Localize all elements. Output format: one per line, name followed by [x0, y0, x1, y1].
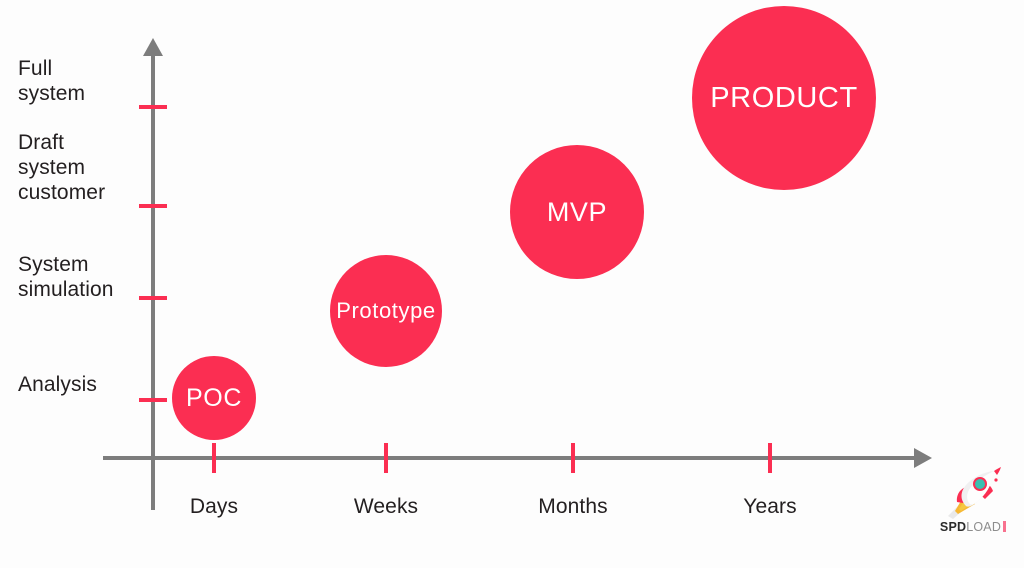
y-axis-label-draft-system-customer: Draft system customer — [18, 131, 106, 204]
bubble-label-mvp: MVP — [546, 196, 608, 227]
x-axis-tick-days — [212, 443, 216, 473]
y-axis-label-full-system: Full system — [18, 57, 86, 105]
x-axis-tick-months — [571, 443, 575, 473]
bubble-product[interactable]: PRODUCT — [692, 6, 876, 190]
logo-accent-mark — [1003, 521, 1007, 532]
x-axis-label-years: Years — [743, 495, 797, 518]
x-axis-arrow-icon — [914, 448, 932, 468]
y-axis-label-analysis: Analysis — [18, 373, 97, 396]
bubble-mvp[interactable]: MVP — [510, 145, 644, 279]
x-axis-label-months: Months — [538, 495, 608, 518]
x-axis-label-days: Days — [189, 495, 239, 518]
x-axis-tick-years — [768, 443, 772, 473]
rocket-icon — [948, 467, 1001, 519]
bubble-label-product: PRODUCT — [710, 81, 858, 114]
spdload-logo[interactable]: SPDLOAD — [930, 466, 1016, 550]
x-axis-label-weeks: Weeks — [353, 495, 419, 518]
bubble-poc[interactable]: POC — [172, 356, 256, 440]
y-axis-line — [151, 52, 155, 510]
bubble-label-poc: POC — [186, 383, 242, 412]
bubble-chart: Full system Draft system customer System… — [0, 0, 1024, 568]
logo-text-load: LOAD — [966, 520, 1002, 534]
logo-text-spd: SPD — [939, 520, 967, 534]
x-axis-tick-weeks — [384, 443, 388, 473]
bubble-prototype[interactable]: Prototype — [330, 255, 442, 367]
y-axis-tick-draft-system-customer — [139, 204, 167, 208]
y-axis-tick-analysis — [139, 398, 167, 402]
logo-wordmark: SPDLOAD — [930, 520, 1016, 534]
y-axis-arrow-icon — [143, 38, 163, 56]
x-axis-line — [103, 456, 916, 460]
y-axis-label-system-simulation: System simulation — [18, 253, 114, 301]
y-axis-tick-full-system — [139, 105, 167, 109]
y-axis-tick-system-simulation — [139, 296, 167, 300]
bubble-label-prototype: Prototype — [336, 298, 436, 323]
